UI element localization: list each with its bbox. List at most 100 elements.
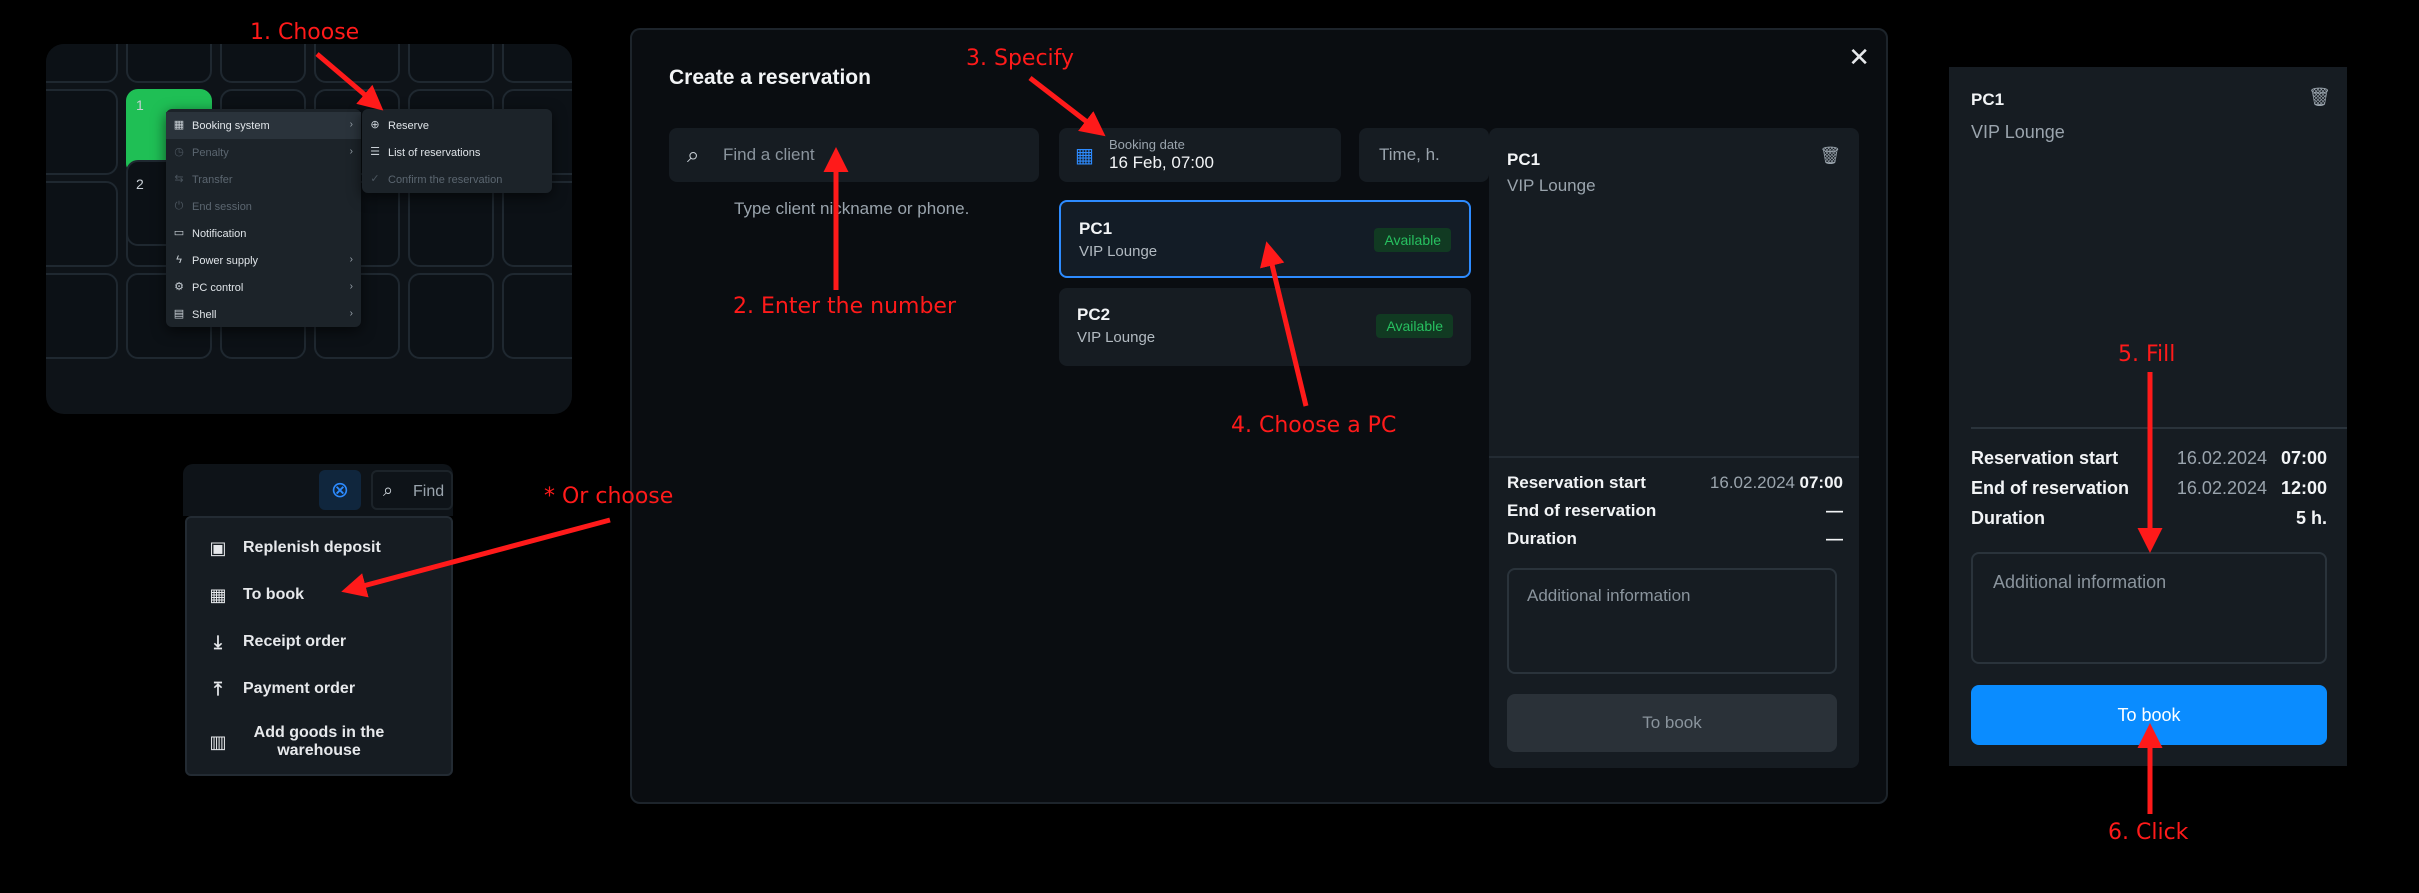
row-value: 07:00 bbox=[2280, 448, 2327, 468]
menu-item-pc-control[interactable]: ⚙ PC control › bbox=[166, 274, 361, 301]
reservation-summary: PC1 VIP Lounge 🗑 Reservation start 16.02… bbox=[1489, 128, 1859, 768]
search-icon: ⌕ bbox=[687, 142, 700, 167]
filled-reservation-summary: PC1 VIP Lounge 🗑 Reservation start 16.02… bbox=[1949, 67, 2347, 766]
client-toolbar: ⊗ ⌕ Find bbox=[183, 464, 453, 516]
to-book-button-disabled[interactable]: To book bbox=[1507, 694, 1837, 752]
summary-pc-name: PC1 bbox=[1507, 150, 1541, 169]
menu-item-penalty[interactable]: ◷ Penalty › bbox=[166, 139, 361, 166]
pc-card-pc1[interactable]: PC1 VIP Lounge Available bbox=[1059, 200, 1471, 278]
pc-tile-empty[interactable] bbox=[408, 273, 494, 359]
menu-item-end-session[interactable]: ⏻ End session bbox=[166, 193, 361, 220]
pc-card-pc2[interactable]: PC2 VIP Lounge Available bbox=[1059, 288, 1471, 366]
client-search-input[interactable]: ⌕ Find a client bbox=[669, 128, 1039, 182]
client-search-hint: Type client nickname or phone. bbox=[734, 199, 970, 218]
menu-item-receipt-order[interactable]: ⤓ Receipt order bbox=[187, 618, 451, 665]
pc-tile-number: 2 bbox=[136, 176, 144, 192]
divider bbox=[1971, 427, 2347, 429]
time-input[interactable]: Time, h. bbox=[1359, 128, 1489, 182]
booking-date-label: Booking date bbox=[1109, 137, 1185, 152]
menu-item-label: PC control bbox=[192, 281, 244, 294]
pc-tile-empty[interactable] bbox=[46, 273, 118, 359]
chat-icon: ▭ bbox=[173, 227, 185, 239]
row-value: — bbox=[1826, 529, 1843, 548]
menu-item-to-book[interactable]: ▦ To book bbox=[187, 571, 451, 618]
additional-info-placeholder: Additional information bbox=[1527, 586, 1691, 605]
chevron-right-icon: › bbox=[349, 146, 353, 157]
menu-item-power-supply[interactable]: ϟ Power supply › bbox=[166, 247, 361, 274]
pc-tile-empty[interactable] bbox=[408, 181, 494, 267]
row-value: 07:00 bbox=[1799, 473, 1843, 492]
trash-icon[interactable]: 🗑 bbox=[2308, 87, 2331, 108]
pc-tile-empty[interactable] bbox=[126, 44, 212, 83]
additional-info-textarea[interactable]: Additional information bbox=[1507, 568, 1837, 674]
menu-item-label: Payment order bbox=[243, 679, 356, 697]
client-find-box[interactable]: ⌕ Find bbox=[371, 470, 453, 510]
pc-tile-empty[interactable] bbox=[314, 44, 400, 83]
row-label: End of reservation bbox=[1971, 478, 2130, 498]
annotation-step5: 5. Fill bbox=[2118, 342, 2176, 367]
row-value: 12:00 bbox=[2280, 478, 2327, 498]
menu-item-list-of-reservations[interactable]: ☰ List of reservations bbox=[362, 139, 552, 166]
menu-item-notification[interactable]: ▭ Notification bbox=[166, 220, 361, 247]
modal-title: Create a reservation bbox=[669, 66, 871, 89]
summary-row-start: Reservation start 16.02.2024 07:00 bbox=[1507, 473, 1843, 495]
menu-item-transfer[interactable]: ⇆ Transfer bbox=[166, 166, 361, 193]
calendar-icon: ▦ bbox=[209, 585, 227, 605]
pc-grid-panel: 1 2 ▦ Booking system › ◷ Penalty › ⇆ Transfer ⏻ E… bbox=[46, 44, 572, 414]
menu-item-label: Confirm the reservation bbox=[388, 173, 503, 186]
pc-tile-empty[interactable] bbox=[502, 273, 572, 359]
pc-tile-empty[interactable] bbox=[502, 44, 572, 83]
summary-row-start: Reservation start 16.02.2024 07:00 bbox=[1971, 448, 2327, 470]
pc-tile-empty[interactable] bbox=[46, 89, 118, 175]
trash-icon[interactable]: 🗑 bbox=[1819, 146, 1841, 166]
menu-item-label: Booking system bbox=[192, 119, 270, 132]
row-date: 16.02.2024 bbox=[2176, 478, 2267, 498]
menu-item-label: End session bbox=[192, 200, 252, 213]
client-actions-menu: ▣ Replenish deposit ▦ To book ⤓ Receipt … bbox=[185, 516, 453, 776]
annotation-alt: * Or choose bbox=[544, 484, 674, 509]
row-label: Reservation start bbox=[1971, 448, 2119, 468]
to-book-button[interactable]: To book bbox=[1971, 685, 2327, 745]
divider bbox=[1489, 456, 1859, 458]
booking-date-picker[interactable]: ▦ Booking date 16 Feb, 07:00 bbox=[1059, 128, 1341, 182]
clear-selection-icon[interactable]: ⊗ bbox=[319, 470, 361, 510]
pc-tile-empty[interactable] bbox=[220, 44, 306, 83]
chevron-right-icon: › bbox=[349, 254, 353, 265]
annotation-step2: 2. Enter the number bbox=[733, 294, 956, 319]
search-icon: ⌕ bbox=[383, 480, 394, 500]
list-icon: ☰ bbox=[370, 146, 380, 158]
chevron-right-icon: › bbox=[349, 281, 353, 292]
status-badge: Available bbox=[1376, 314, 1453, 338]
annotation-step3: 3. Specify bbox=[966, 46, 1075, 71]
plus-circle-icon: ⊕ bbox=[370, 119, 380, 131]
pc-name: PC1 bbox=[1079, 219, 1113, 238]
pc-tile-empty[interactable] bbox=[46, 44, 118, 83]
close-icon[interactable]: ✕ bbox=[1848, 42, 1870, 73]
menu-item-add-goods[interactable]: ▥ Add goods in the warehouse bbox=[187, 714, 451, 770]
clock-icon: ◷ bbox=[174, 146, 184, 158]
menu-item-reserve[interactable]: ⊕ Reserve bbox=[362, 112, 552, 139]
row-date: 16.02.2024 bbox=[1709, 473, 1795, 492]
summary-row-duration: Duration — bbox=[1507, 529, 1843, 551]
pc-tile-empty[interactable] bbox=[502, 181, 572, 267]
summary-row-end: End of reservation — bbox=[1507, 501, 1843, 523]
pc-tile-empty[interactable] bbox=[46, 181, 118, 267]
menu-item-shell[interactable]: ▤ Shell › bbox=[166, 301, 361, 328]
menu-item-label: List of reservations bbox=[388, 146, 481, 159]
menu-item-confirm-the-reservation[interactable]: ✓ Confirm the reservation bbox=[362, 166, 552, 193]
additional-info-textarea[interactable]: Additional information bbox=[1971, 552, 2327, 664]
summary-row-end: End of reservation 16.02.2024 12:00 bbox=[1971, 478, 2327, 500]
menu-item-label: Replenish deposit bbox=[243, 538, 381, 556]
menu-item-label: Notification bbox=[192, 227, 247, 240]
row-label: Duration bbox=[1971, 508, 2045, 528]
summary-pc-zone: VIP Lounge bbox=[1971, 122, 2065, 142]
menu-item-replenish-deposit[interactable]: ▣ Replenish deposit bbox=[187, 524, 451, 571]
menu-item-booking-system[interactable]: ▦ Booking system › bbox=[166, 112, 361, 139]
wallet-icon: ▣ bbox=[209, 538, 227, 558]
check-icon: ✓ bbox=[370, 173, 380, 185]
additional-info-placeholder: Additional information bbox=[1993, 572, 2167, 592]
power-icon: ⏻ bbox=[174, 200, 184, 212]
row-value: — bbox=[1826, 501, 1843, 520]
menu-item-payment-order[interactable]: ⤒ Payment order bbox=[187, 665, 451, 712]
pc-tile-empty[interactable] bbox=[408, 44, 494, 83]
